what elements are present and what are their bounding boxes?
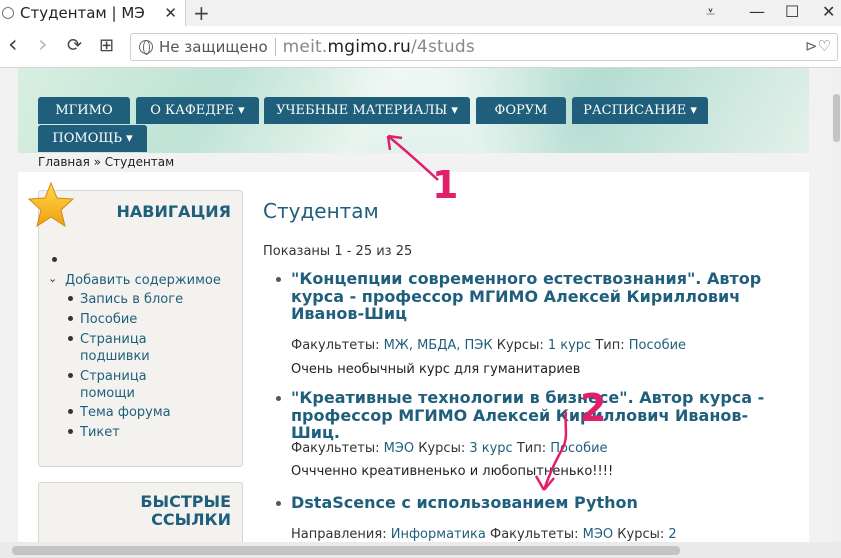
address-bar: ‹ › ⟳ ⊞ Не защищено meit.mgimo.ru/4studs… xyxy=(0,26,841,68)
reload-button[interactable]: ⟳ xyxy=(67,35,82,56)
page-title: Студентам xyxy=(263,199,379,223)
faculty-link[interactable]: МЭО xyxy=(583,527,614,542)
item-title-1[interactable]: "Концепции современного естествознания".… xyxy=(291,270,791,323)
tab-title: Студентам | МЭ xyxy=(20,4,145,22)
sidebar-item-help-page[interactable]: Страница помощи xyxy=(80,368,147,402)
course-link[interactable]: 2 xyxy=(668,527,676,542)
item-meta-1: Факультеты: МЖ, МБДА, ПЭК Курсы: 1 курс … xyxy=(291,338,687,353)
url-field[interactable]: Не защищено meit.mgimo.ru/4studs ⊳♡ xyxy=(130,33,838,61)
item-desc-1: Очень необычный курс для гуманитариев xyxy=(291,362,581,377)
tab-close-button[interactable]: ✕ xyxy=(164,4,177,22)
menu-schedule[interactable]: РАСПИСАНИЕ ▾ xyxy=(572,97,708,124)
navigation-block xyxy=(38,190,243,467)
minimize-button[interactable]: — xyxy=(749,2,765,21)
star-icon xyxy=(27,181,75,228)
new-tab-button[interactable]: + xyxy=(193,1,210,25)
annotation-number-1: 1 xyxy=(432,163,459,207)
navigation-title: НАВИГАЦИЯ xyxy=(116,202,232,221)
browser-tab[interactable]: Студентам | МЭ ✕ xyxy=(0,0,186,26)
sidebar-item-binder-page[interactable]: Страница подшивки xyxy=(80,331,150,365)
tab-bar: Студентам | МЭ ✕ + ⩡ — ☐ ✕ xyxy=(0,0,841,26)
sidebar-item-manual[interactable]: Пособие xyxy=(80,311,137,328)
menu-about[interactable]: О КАФЕДРЕ ▾ xyxy=(136,97,259,124)
result-count: Показаны 1 - 25 из 25 xyxy=(263,244,413,259)
globe-icon xyxy=(139,40,153,55)
tab-list-icon[interactable]: ⩡ xyxy=(706,2,715,22)
menu-mgimo[interactable]: МГИМО xyxy=(38,97,130,124)
bookmark-icon[interactable]: ⊳♡ xyxy=(805,37,831,55)
faculty-link[interactable]: МЖ, МБДА, ПЭК xyxy=(384,338,493,353)
page-viewport: МГИМО О КАФЕДРЕ ▾ УЧЕБНЫЕ МАТЕРИАЛЫ ▾ ФО… xyxy=(0,68,841,542)
vertical-scroll-thumb[interactable] xyxy=(833,94,840,142)
annotation-arrow-2 xyxy=(534,411,568,491)
vertical-scrollbar[interactable] xyxy=(831,68,841,542)
type-link[interactable]: Пособие xyxy=(629,338,686,353)
menu-study-materials[interactable]: УЧЕБНЫЕ МАТЕРИАЛЫ ▾ xyxy=(264,97,470,124)
menu-forum[interactable]: ФОРУМ xyxy=(476,97,566,124)
url-text: meit.mgimo.ru/4studs xyxy=(282,37,475,57)
faculty-link[interactable]: МЭО xyxy=(384,441,415,456)
back-button[interactable]: ‹ xyxy=(8,30,18,58)
horizontal-scrollbar[interactable] xyxy=(0,542,841,558)
course-link[interactable]: 1 курс xyxy=(548,338,591,353)
chevron-down-icon[interactable]: ⌄ xyxy=(48,272,57,285)
quick-links-title: БЫСТРЫЕ ССЫЛКИ xyxy=(140,492,231,529)
item-meta-3: Направления: Информатика Факультеты: МЭО… xyxy=(291,527,677,542)
menu-help[interactable]: ПОМОЩЬ ▾ xyxy=(38,125,147,152)
maximize-button[interactable]: ☐ xyxy=(785,2,799,21)
horizontal-scroll-thumb[interactable] xyxy=(12,546,680,555)
forward-button[interactable]: › xyxy=(38,30,48,58)
insecure-label: Не защищено xyxy=(159,38,268,56)
add-content-link[interactable]: Добавить содержимое xyxy=(65,272,221,289)
speed-dial-icon[interactable]: ⊞ xyxy=(99,35,114,56)
loading-icon xyxy=(2,7,14,19)
course-link[interactable]: 3 курс xyxy=(469,441,512,456)
sidebar-item-ticket[interactable]: Тикет xyxy=(80,424,120,441)
close-window-button[interactable]: ✕ xyxy=(822,2,835,21)
direction-link[interactable]: Информатика xyxy=(391,527,486,542)
sidebar-item-forum-topic[interactable]: Тема форума xyxy=(80,404,171,421)
breadcrumb: Главная » Студентам xyxy=(38,155,175,169)
sidebar-item-blog-post[interactable]: Запись в блоге xyxy=(80,291,183,308)
